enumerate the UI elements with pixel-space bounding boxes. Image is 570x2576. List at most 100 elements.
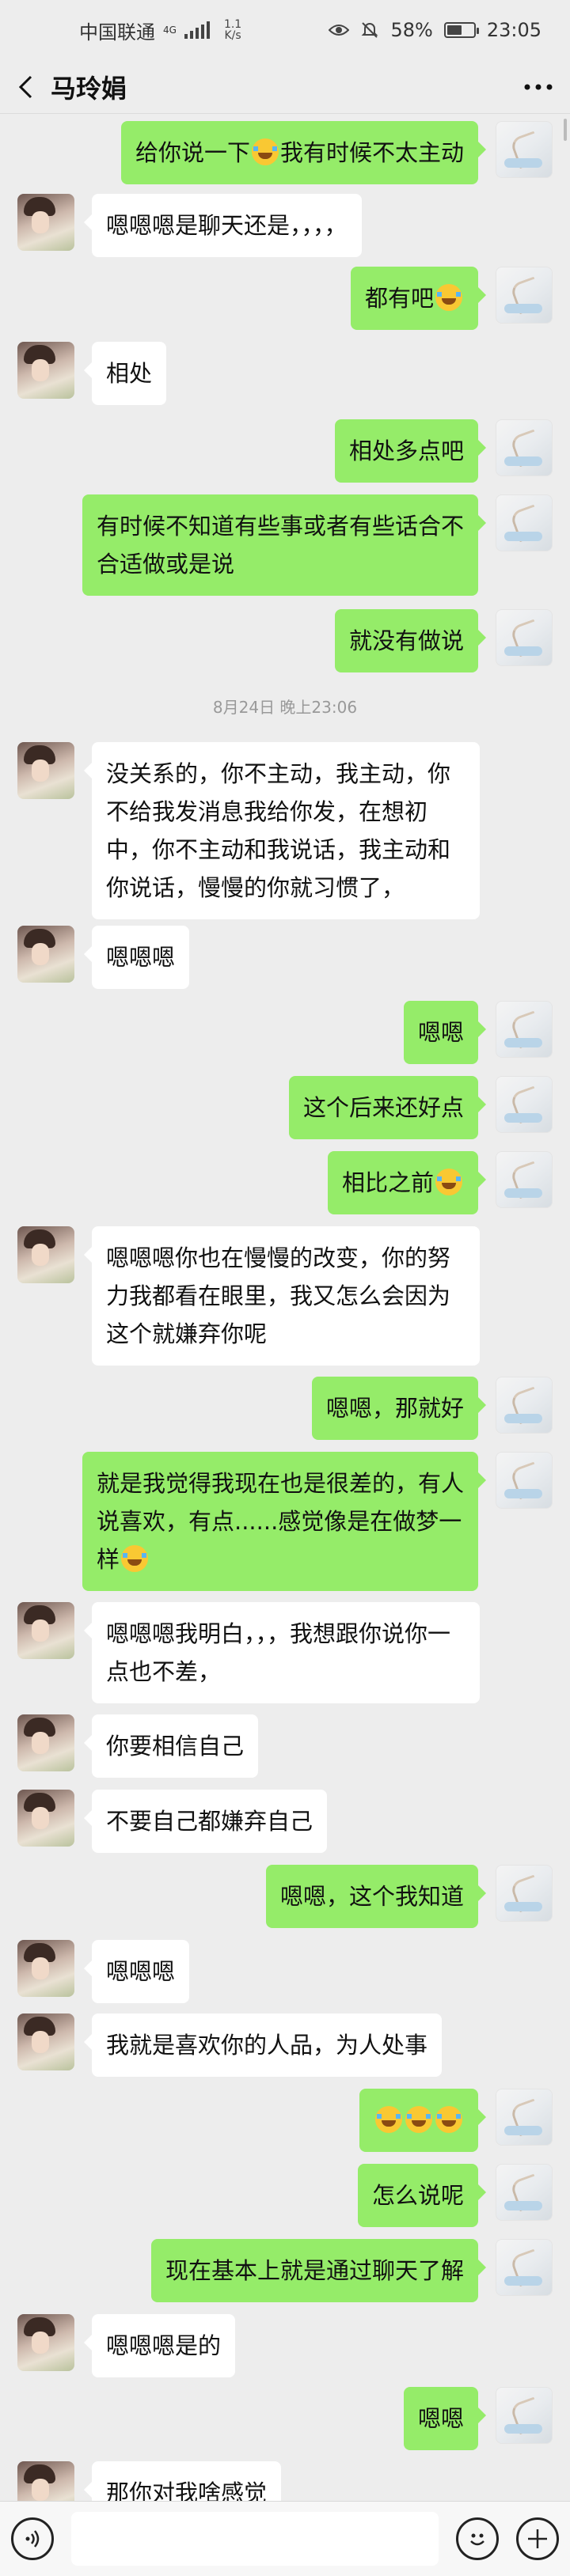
message-received[interactable]: 嗯嗯嗯我明白，，，我想跟你说你一点也不差，	[17, 1602, 480, 1703]
message-received[interactable]: 那你对我啥感觉	[17, 2461, 282, 2501]
message-sent[interactable]: 有时候不知道有些事或者有些话合不合适做或是说	[82, 494, 553, 596]
message-bubble[interactable]: 就是我觉得我现在也是很差的，有人说喜欢，有点......感觉像是在做梦一样	[82, 1452, 486, 1591]
network-type: 4G	[163, 25, 177, 36]
contact-avatar[interactable]	[17, 194, 74, 251]
message-bubble[interactable]: 嗯嗯嗯我明白，，，我想跟你说你一点也不差，	[84, 1602, 480, 1703]
emoji-button[interactable]	[456, 2517, 499, 2560]
message-bubble[interactable]: 嗯嗯嗯	[83, 926, 190, 989]
message-received[interactable]: 没关系的，你不主动，我主动，你不给我发消息我给你发，在想初中，你不主动和我说话，…	[17, 742, 480, 919]
voice-icon	[25, 2530, 40, 2548]
message-sent[interactable]: 都有吧	[350, 267, 553, 330]
my-avatar[interactable]	[496, 2164, 553, 2221]
message-received[interactable]: 嗯嗯嗯你也在慢慢的改变，你的努力我都看在眼里，我又怎么会因为这个就嫌弃你呢	[17, 1226, 480, 1366]
message-bubble[interactable]: 都有吧	[350, 267, 487, 330]
message-bubble[interactable]: 现在基本上就是通过聊天了解	[150, 2239, 487, 2302]
message-bubble[interactable]: 相比之前	[327, 1151, 487, 1214]
message-sent[interactable]: 嗯嗯，这个我知道	[265, 1865, 553, 1928]
message-bubble[interactable]: 那你对我啥感觉	[83, 2461, 282, 2501]
more-button[interactable]	[507, 60, 570, 114]
my-avatar[interactable]	[496, 609, 553, 666]
message-text: 嗯嗯嗯是的	[106, 2332, 222, 2359]
message-bubble[interactable]: 相处	[83, 342, 167, 405]
my-avatar[interactable]	[496, 419, 553, 476]
message-bubble[interactable]: 不要自己都嫌弃自己	[83, 1790, 328, 1853]
message-bubble[interactable]: 这个后来还好点	[288, 1076, 487, 1139]
message-sent[interactable]: 给你说一下 我有时候不太主动	[120, 121, 553, 184]
message-sent[interactable]: 相比之前	[327, 1151, 553, 1214]
input-actions	[456, 2517, 559, 2560]
message-sent[interactable]: 嗯嗯，那就好	[311, 1377, 553, 1440]
message-sent[interactable]: 就是我觉得我现在也是很差的，有人说喜欢，有点......感觉像是在做梦一样	[82, 1452, 553, 1591]
message-received[interactable]: 不要自己都嫌弃自己	[17, 1790, 328, 1853]
message-bubble[interactable]: 给你说一下 我有时候不太主动	[120, 121, 487, 184]
message-sent[interactable]: 这个后来还好点	[288, 1076, 553, 1139]
my-avatar[interactable]	[496, 267, 553, 324]
back-button[interactable]	[0, 60, 51, 114]
message-sent[interactable]: 嗯嗯	[403, 2387, 553, 2450]
contact-avatar[interactable]	[17, 742, 74, 799]
message-bubble[interactable]: 嗯嗯	[403, 2387, 487, 2450]
message-received[interactable]: 嗯嗯嗯是的	[17, 2314, 236, 2377]
signal-icon	[184, 21, 210, 39]
contact-avatar[interactable]	[17, 1602, 74, 1659]
message-bubble[interactable]: 嗯嗯嗯	[83, 1940, 190, 2003]
message-bubble[interactable]: 嗯嗯	[403, 1001, 487, 1064]
message-sent[interactable]	[359, 2089, 553, 2152]
contact-avatar[interactable]	[17, 2314, 74, 2371]
my-avatar[interactable]	[496, 2387, 553, 2444]
message-sent[interactable]: 相处多点吧	[334, 419, 553, 483]
message-text: 有时候不知道有些事或者有些话合不合适做或是说	[97, 513, 465, 578]
laugh-cry-emoji-icon	[251, 138, 279, 165]
message-received[interactable]: 我就是喜欢你的人品，为人处事	[17, 2013, 443, 2077]
contact-avatar[interactable]	[17, 1790, 74, 1847]
my-avatar[interactable]	[496, 2089, 553, 2146]
my-avatar[interactable]	[496, 1151, 553, 1208]
message-bubble[interactable]: 嗯嗯嗯是聊天还是，，，，	[84, 194, 362, 257]
message-bubble[interactable]: 没关系的，你不主动，我主动，你不给我发消息我给你发，在想初中，你不主动和我说话，…	[84, 742, 480, 919]
message-text: 你要相信自己	[106, 1733, 245, 1760]
my-avatar[interactable]	[496, 494, 553, 551]
my-avatar[interactable]	[496, 1001, 553, 1058]
message-bubble[interactable]: 怎么说呢	[357, 2164, 487, 2227]
message-received[interactable]: 嗯嗯嗯	[17, 926, 190, 989]
message-received[interactable]: 嗯嗯嗯	[17, 1940, 190, 2003]
contact-avatar[interactable]	[17, 926, 74, 983]
my-avatar[interactable]	[496, 121, 553, 178]
message-bubble[interactable]	[359, 2089, 486, 2152]
message-bubble[interactable]: 嗯嗯嗯是的	[83, 2314, 236, 2377]
message-bubble[interactable]: 就没有做说	[334, 609, 487, 672]
contact-avatar[interactable]	[17, 2013, 74, 2070]
my-avatar[interactable]	[496, 1865, 553, 1922]
message-sent[interactable]: 现在基本上就是通过聊天了解	[150, 2239, 553, 2302]
message-received[interactable]: 你要相信自己	[17, 1714, 259, 1778]
add-button[interactable]	[516, 2517, 559, 2560]
message-bubble[interactable]: 嗯嗯，这个我知道	[265, 1865, 487, 1928]
message-received[interactable]: 嗯嗯嗯是聊天还是，，，，	[17, 194, 362, 257]
message-bubble[interactable]: 你要相信自己	[83, 1714, 259, 1778]
contact-avatar[interactable]	[17, 342, 74, 399]
contact-avatar[interactable]	[17, 1226, 74, 1283]
message-bubble[interactable]: 有时候不知道有些事或者有些话合不合适做或是说	[82, 494, 486, 596]
message-sent[interactable]: 就没有做说	[334, 609, 553, 672]
message-input[interactable]	[71, 2512, 439, 2566]
input-bar	[0, 2501, 570, 2576]
message-list[interactable]: 8月24日 晚上23:06 给你说一下 我有时候不太主动 嗯嗯嗯是聊天还是，，，， 都…	[0, 115, 570, 2501]
contact-avatar[interactable]	[17, 2461, 74, 2501]
my-avatar[interactable]	[496, 1377, 553, 1434]
message-bubble[interactable]: 我就是喜欢你的人品，为人处事	[83, 2013, 443, 2077]
message-sent[interactable]: 嗯嗯	[403, 1001, 553, 1064]
my-avatar[interactable]	[496, 2239, 553, 2296]
my-avatar[interactable]	[496, 1076, 553, 1133]
contact-avatar[interactable]	[17, 1714, 74, 1771]
message-bubble[interactable]: 嗯嗯嗯你也在慢慢的改变，你的努力我都看在眼里，我又怎么会因为这个就嫌弃你呢	[84, 1226, 480, 1366]
contact-avatar[interactable]	[17, 1940, 74, 1997]
message-received[interactable]: 相处	[17, 342, 167, 405]
voice-button[interactable]	[11, 2517, 54, 2560]
message-bubble[interactable]: 嗯嗯，那就好	[311, 1377, 487, 1440]
carrier-name: 中国联通	[79, 21, 155, 44]
my-avatar[interactable]	[496, 1452, 553, 1509]
message-sent[interactable]: 怎么说呢	[357, 2164, 553, 2227]
message-text: 就是我觉得我现在也是很差的，有人说喜欢，有点......感觉像是在做梦一样	[97, 1470, 465, 1573]
message-text: 都有吧	[364, 285, 434, 312]
message-bubble[interactable]: 相处多点吧	[334, 419, 487, 483]
